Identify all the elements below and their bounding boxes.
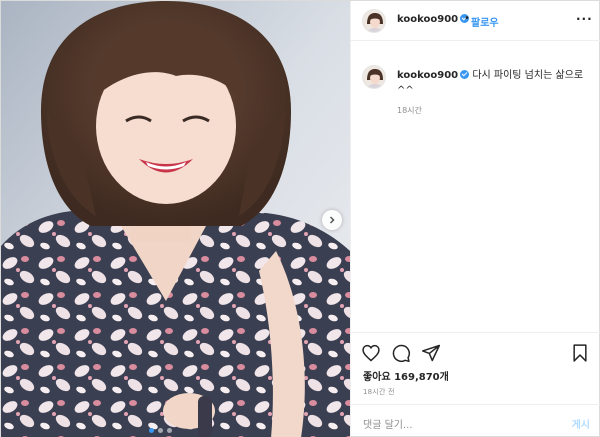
post-timestamp[interactable]: 18시간 전 [363, 387, 395, 397]
post-image [1, 1, 350, 437]
comment-form: 댓글 달기... 게시 [351, 404, 600, 437]
avatar[interactable] [362, 9, 386, 33]
like-button[interactable] [361, 343, 381, 363]
caption-text: kookoo900 다시 파이팅 넘치는 삶으로^^ [397, 68, 592, 98]
chevron-right-icon [329, 216, 335, 224]
paper-plane-icon [421, 344, 441, 362]
follow-button[interactable]: 팔로우 [471, 14, 499, 29]
post-photo[interactable] [1, 1, 350, 437]
carousel-dot [167, 428, 172, 433]
profile-avatar-image [363, 10, 385, 32]
caption-username[interactable]: kookoo900 [397, 70, 458, 81]
caption-time[interactable]: 18시간 [397, 105, 422, 116]
carousel-dot [158, 428, 163, 433]
likes-number: 169,870개 [394, 372, 449, 383]
likes-prefix: 좋아요 [363, 372, 391, 383]
comment-input[interactable]: 댓글 달기... [363, 416, 413, 431]
instagram-post: kookoo900 • 팔로우 ··· kookoo900 다시 파이팅 넘치는… [0, 0, 600, 437]
heart-icon [362, 344, 380, 362]
header-username[interactable]: kookoo900 [397, 14, 470, 25]
comment-bubble-icon [392, 344, 411, 363]
header-separator: • [464, 13, 470, 24]
avatar[interactable] [362, 65, 386, 89]
next-photo-button[interactable] [322, 210, 342, 230]
carousel-indicator [149, 428, 172, 433]
header-username-text: kookoo900 [397, 14, 459, 25]
comment-button[interactable] [391, 343, 411, 363]
share-button[interactable] [421, 343, 441, 363]
profile-avatar-image [363, 66, 385, 88]
verified-badge-icon [460, 70, 470, 79]
likes-count[interactable]: 좋아요 169,870개 [363, 368, 449, 383]
bookmark-icon [573, 344, 587, 362]
post-comment-button[interactable]: 게시 [572, 416, 590, 431]
carousel-dot [149, 428, 154, 433]
post-sidebar: kookoo900 • 팔로우 ··· kookoo900 다시 파이팅 넘치는… [350, 1, 600, 437]
more-options-icon[interactable]: ··· [576, 12, 593, 26]
save-button[interactable] [570, 343, 590, 363]
post-header: kookoo900 • 팔로우 ··· [351, 1, 600, 41]
